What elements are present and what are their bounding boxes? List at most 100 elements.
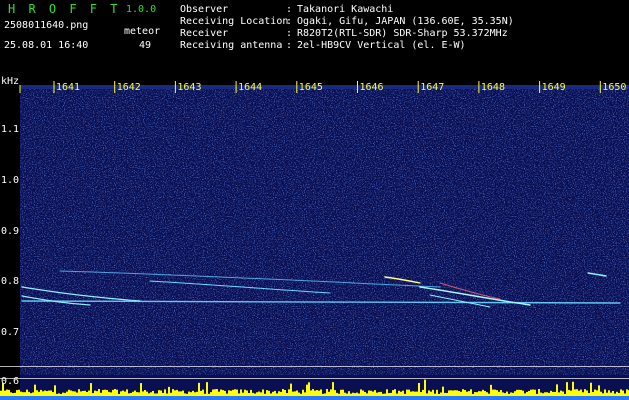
level-bar	[18, 389, 20, 396]
level-bar	[488, 393, 490, 396]
level-bar	[184, 393, 186, 396]
level-bar	[562, 391, 564, 396]
level-bar	[462, 389, 464, 396]
level-bar	[76, 392, 78, 396]
level-bar	[42, 391, 44, 396]
level-bar	[98, 389, 100, 396]
level-bar	[246, 390, 248, 396]
level-bar	[172, 389, 174, 396]
level-bar	[604, 389, 606, 396]
level-bar	[456, 390, 458, 396]
level-bar	[620, 389, 622, 396]
level-bar	[186, 393, 188, 396]
level-bar	[28, 391, 30, 396]
level-bar	[496, 390, 498, 396]
level-base	[0, 396, 629, 400]
level-bar	[52, 392, 54, 396]
level-bar	[298, 392, 300, 396]
level-bar	[232, 389, 234, 396]
level-bar	[362, 390, 364, 396]
count-label: meteor	[124, 26, 161, 37]
level-bar	[370, 390, 372, 396]
level-bar	[382, 393, 384, 396]
observer-separator: :	[286, 4, 293, 15]
level-bar	[310, 390, 312, 396]
level-bar	[238, 393, 240, 396]
level-bar	[492, 389, 494, 396]
level-bar	[160, 390, 162, 396]
level-bar	[472, 393, 474, 396]
level-bar	[34, 384, 36, 396]
level-bar	[574, 389, 576, 396]
level-bar	[10, 392, 12, 396]
level-bar	[48, 390, 50, 396]
level-bar	[132, 391, 134, 396]
level-bar	[198, 382, 200, 396]
level-bar	[54, 385, 56, 396]
level-bar	[420, 392, 422, 396]
time-tick-label: 1643	[177, 82, 201, 93]
level-bar	[378, 392, 380, 396]
level-bar	[570, 390, 572, 396]
level-bar	[296, 390, 298, 396]
level-bar	[490, 384, 492, 396]
level-bar	[348, 391, 350, 396]
freq-tick-label: 0.9	[1, 226, 19, 237]
level-bar	[544, 392, 546, 396]
level-bar	[404, 393, 406, 396]
level-bar	[288, 389, 290, 396]
level-bar	[448, 390, 450, 396]
level-bar	[414, 391, 416, 396]
level-bar	[68, 389, 70, 396]
level-bar	[158, 390, 160, 396]
level-bar	[100, 392, 102, 396]
level-bar	[38, 391, 40, 396]
level-separator-bottom	[0, 378, 629, 379]
level-bar	[402, 390, 404, 396]
antenna-separator: :	[286, 40, 293, 51]
level-bar	[66, 391, 68, 396]
level-bar	[58, 393, 60, 396]
time-tick-label: 1641	[56, 82, 80, 93]
level-bar	[548, 392, 550, 396]
level-bar	[520, 389, 522, 396]
level-bar	[500, 390, 502, 396]
level-bar	[182, 390, 184, 396]
level-bar	[338, 393, 340, 396]
level-bar	[252, 392, 254, 396]
level-bar	[162, 392, 164, 396]
level-bar	[106, 389, 108, 396]
level-bar	[240, 389, 242, 396]
level-bar	[322, 393, 324, 396]
level-bar	[102, 389, 104, 396]
level-bar	[312, 389, 314, 396]
level-bar	[206, 382, 208, 396]
level-bar	[560, 390, 562, 396]
time-tick-label: 1648	[481, 82, 505, 93]
level-bar	[40, 389, 42, 396]
level-bar	[224, 390, 226, 396]
level-bar	[446, 392, 448, 396]
level-bar	[460, 391, 462, 396]
level-bar	[598, 385, 600, 396]
level-bar	[506, 391, 508, 396]
level-bar	[56, 393, 58, 396]
level-bar	[248, 393, 250, 396]
level-bar	[554, 391, 556, 396]
freq-tick-label: 1.1	[1, 124, 19, 135]
level-bar	[386, 389, 388, 396]
level-bar	[284, 390, 286, 396]
level-bar	[192, 390, 194, 396]
level-bar	[130, 392, 132, 396]
time-tick-label: 1650	[602, 82, 626, 93]
location-value: Ogaki, Gifu, JAPAN (136.60E, 35.35N)	[297, 16, 514, 27]
level-bar	[564, 393, 566, 396]
level-bar	[46, 391, 48, 396]
level-bar	[180, 391, 182, 396]
level-bar	[528, 390, 530, 396]
app-name: H R O F F T	[8, 2, 121, 16]
level-bar	[134, 390, 136, 396]
level-bar	[64, 392, 66, 396]
level-bar	[440, 392, 442, 396]
level-bar	[62, 392, 64, 396]
